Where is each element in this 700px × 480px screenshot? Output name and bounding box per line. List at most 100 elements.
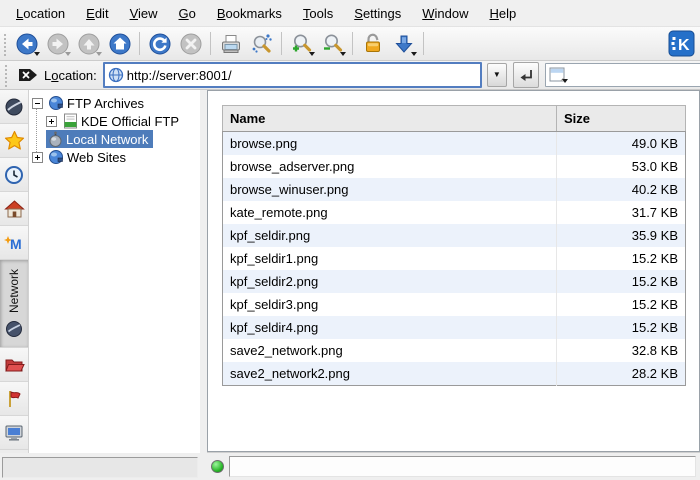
- file-size-cell: 31.7 KB: [557, 201, 686, 224]
- svg-text:K: K: [678, 37, 690, 54]
- print-icon: [219, 32, 243, 56]
- file-name-cell[interactable]: kpf_seldir.png: [223, 224, 557, 247]
- back-button[interactable]: [11, 29, 42, 58]
- sidebar-tab-system[interactable]: [0, 416, 28, 450]
- directory-listing-view: Name Size browse.png49.0 KBbrowse_adserv…: [207, 90, 700, 452]
- remote-network-icon: [47, 131, 63, 147]
- find-button[interactable]: [246, 29, 277, 58]
- print-button[interactable]: [215, 29, 246, 58]
- sidebar-tab-network-label: Network: [7, 269, 21, 313]
- filter-combobox: [545, 63, 700, 87]
- tree-item-local-network[interactable]: Local Network: [29, 130, 200, 148]
- sidebar-tab-home[interactable]: [0, 192, 28, 226]
- menu-item-tools[interactable]: Tools: [293, 2, 344, 25]
- table-row[interactable]: kpf_seldir.png35.9 KB: [223, 224, 686, 247]
- table-row[interactable]: kate_remote.png31.7 KB: [223, 201, 686, 224]
- locationbar-drag-handle[interactable]: [4, 63, 9, 87]
- table-row[interactable]: save2_network2.png28.2 KB: [223, 362, 686, 386]
- column-header-size[interactable]: Size: [557, 106, 686, 132]
- menu-item-bookmarks[interactable]: Bookmarks: [207, 2, 293, 25]
- file-size-cell: 49.0 KB: [557, 132, 686, 156]
- file-name-cell[interactable]: kpf_seldir4.png: [223, 316, 557, 339]
- menu-item-go[interactable]: Go: [169, 2, 207, 25]
- network-globe-icon: [48, 95, 64, 111]
- konqueror-window: LocationEditViewGoBookmarksToolsSettings…: [0, 0, 700, 480]
- tree-item-label: Local Network: [66, 132, 148, 147]
- file-name-cell[interactable]: browse.png: [223, 132, 557, 156]
- file-name-cell[interactable]: browse_winuser.png: [223, 178, 557, 201]
- sidebar-tab-web[interactable]: [0, 90, 28, 124]
- menu-item-view[interactable]: View: [120, 2, 169, 25]
- globe-favicon: [108, 67, 124, 83]
- file-name-cell[interactable]: kpf_seldir3.png: [223, 293, 557, 316]
- file-name-cell[interactable]: kpf_seldir1.png: [223, 247, 557, 270]
- file-name-cell[interactable]: save2_network.png: [223, 339, 557, 362]
- home-folder-icon: [4, 199, 25, 219]
- reload-button[interactable]: [144, 29, 175, 58]
- file-name-cell[interactable]: save2_network2.png: [223, 362, 557, 386]
- file-size-cell: 53.0 KB: [557, 155, 686, 178]
- table-row[interactable]: kpf_seldir2.png15.2 KB: [223, 270, 686, 293]
- file-size-cell: 32.8 KB: [557, 339, 686, 362]
- status-led-icon: [211, 460, 224, 473]
- tree-item-label: Web Sites: [67, 150, 126, 165]
- table-row[interactable]: browse_winuser.png40.2 KB: [223, 178, 686, 201]
- bookmarks-star-icon: [4, 130, 25, 151]
- toolbar-separator: [423, 32, 424, 55]
- home-button[interactable]: [104, 29, 135, 58]
- location-input[interactable]: [127, 68, 480, 83]
- menu-item-settings[interactable]: Settings: [344, 2, 412, 25]
- collapse-minus-icon[interactable]: [32, 98, 43, 109]
- location-dropdown-button[interactable]: ▼: [487, 63, 507, 87]
- clear-location-button[interactable]: [16, 64, 40, 86]
- sidebar-tab-root-folder[interactable]: [0, 348, 28, 382]
- metabar-icon: M: [3, 233, 25, 253]
- toolbar-drag-handle[interactable]: [3, 32, 8, 56]
- menu-item-edit[interactable]: Edit: [76, 2, 119, 25]
- tree-item-web-sites[interactable]: Web Sites: [29, 148, 200, 166]
- sidebar-tab-bookmarks[interactable]: [0, 124, 28, 158]
- zoom-out-button[interactable]: [317, 29, 348, 58]
- go-button[interactable]: [513, 62, 539, 88]
- filter-input[interactable]: [567, 67, 700, 84]
- table-row[interactable]: kpf_seldir4.png15.2 KB: [223, 316, 686, 339]
- tree-item-ftp-archives[interactable]: FTP Archives: [29, 94, 200, 112]
- file-name-cell[interactable]: kpf_seldir2.png: [223, 270, 557, 293]
- file-name-cell[interactable]: browse_adserver.png: [223, 155, 557, 178]
- enter-arrow-icon: [518, 67, 534, 83]
- file-size-cell: 28.2 KB: [557, 362, 686, 386]
- menu-item-window[interactable]: Window: [412, 2, 479, 25]
- file-name-cell[interactable]: kate_remote.png: [223, 201, 557, 224]
- sidebar-tab-metabar[interactable]: M: [0, 226, 28, 260]
- column-header-name[interactable]: Name: [223, 106, 557, 132]
- location-label: Location:: [44, 68, 99, 83]
- sidebar-tab-network[interactable]: Network: [0, 260, 28, 348]
- table-row[interactable]: save2_network.png32.8 KB: [223, 339, 686, 362]
- table-row[interactable]: browse_adserver.png53.0 KB: [223, 155, 686, 178]
- tree-item-label: KDE Official FTP: [81, 114, 179, 129]
- expand-plus-icon[interactable]: [46, 116, 57, 127]
- toolbar-separator: [281, 32, 282, 55]
- table-row[interactable]: kpf_seldir3.png15.2 KB: [223, 293, 686, 316]
- forward-button: [42, 29, 73, 58]
- menu-item-location[interactable]: Location: [6, 2, 76, 25]
- security-button[interactable]: [357, 29, 388, 58]
- lock-icon: [361, 32, 385, 56]
- tree-item-kde-official-ftp[interactable]: KDE Official FTP: [29, 112, 200, 130]
- sidebar-tab-history[interactable]: [0, 158, 28, 192]
- kde-throbber-button[interactable]: K: [667, 29, 696, 58]
- menu-item-help[interactable]: Help: [480, 2, 528, 25]
- content-pane: Name Size browse.png49.0 KBbrowse_adserv…: [207, 90, 700, 480]
- sidebar-status-bar: [2, 457, 198, 478]
- expand-plus-icon[interactable]: [32, 152, 43, 163]
- file-size-cell: 15.2 KB: [557, 293, 686, 316]
- status-text: [229, 456, 696, 477]
- pane-splitter[interactable]: [200, 90, 207, 480]
- file-table: Name Size browse.png49.0 KBbrowse_adserv…: [222, 105, 686, 386]
- table-row[interactable]: browse.png49.0 KB: [223, 132, 686, 156]
- table-row[interactable]: kpf_seldir1.png15.2 KB: [223, 247, 686, 270]
- zoom-in-button[interactable]: [286, 29, 317, 58]
- sidebar-tab-services[interactable]: [0, 382, 28, 416]
- download-button[interactable]: [388, 29, 419, 58]
- services-flag-icon: [5, 389, 23, 409]
